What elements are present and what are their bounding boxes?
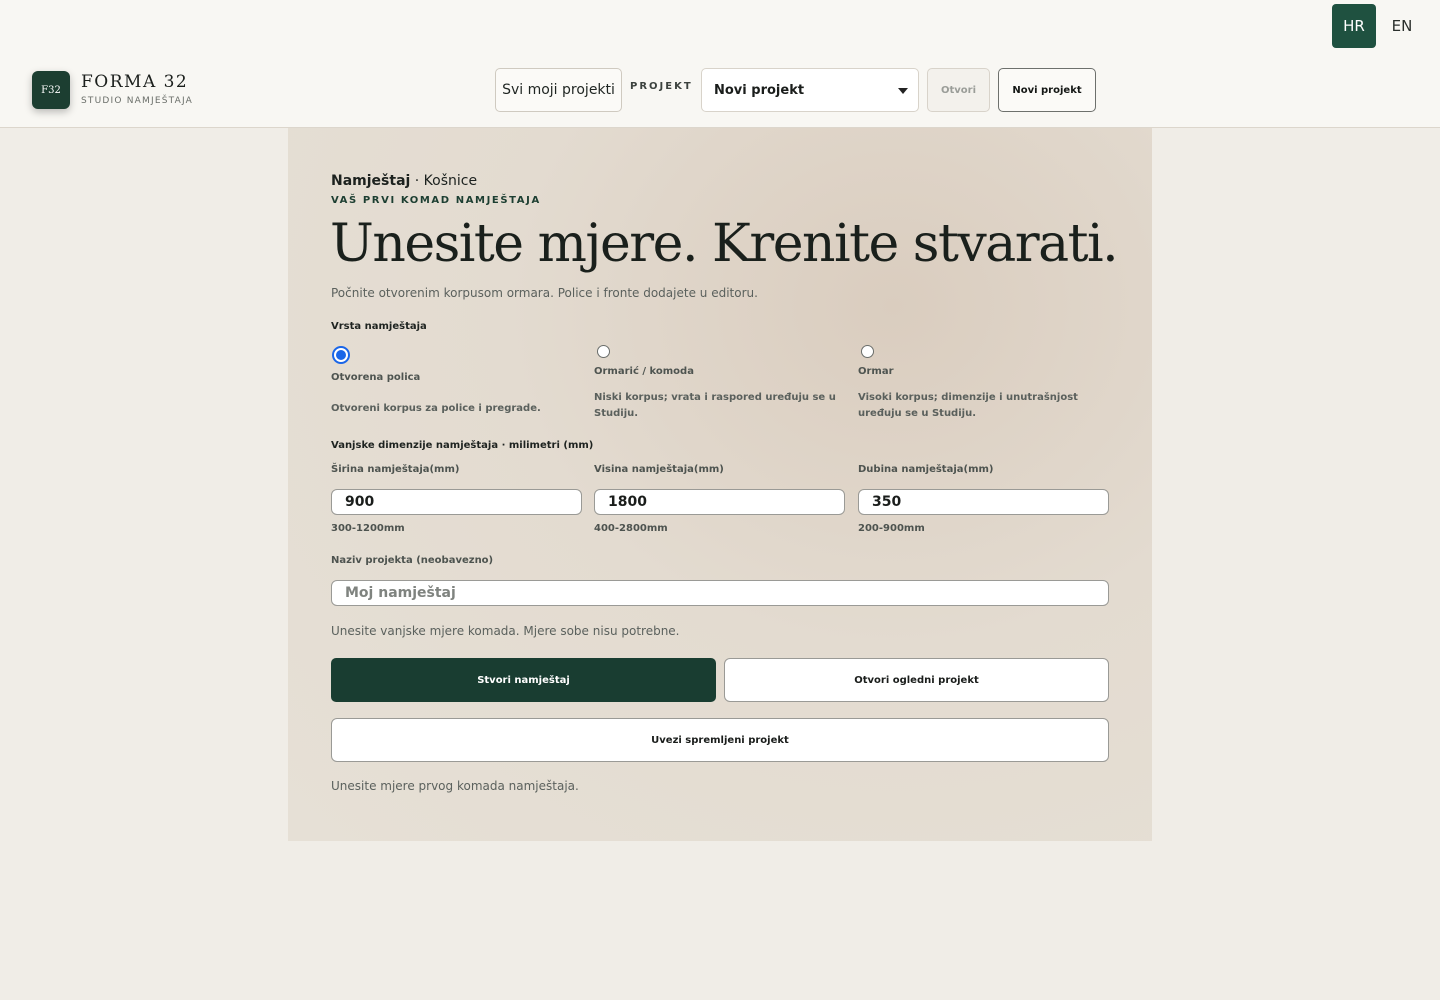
brand-name: FORMA 32 (81, 72, 189, 92)
type-desc-wardrobe: Visoki korpus; dimenzije i unutrašnjost … (858, 392, 1078, 419)
width-range: 300-1200mm (331, 523, 405, 534)
breadcrumb-current: · Košnice (410, 173, 478, 189)
furniture-type-label: Vrsta namještaja (331, 321, 427, 332)
logo-icon[interactable]: F32 (32, 71, 70, 109)
type-radio-wardrobe[interactable] (861, 345, 874, 358)
create-furniture-button[interactable]: Stvori namještaj (331, 658, 716, 702)
type-title-open-shelf[interactable]: Otvorena polica (331, 372, 420, 383)
language-hr-button[interactable]: HR (1332, 4, 1376, 48)
breadcrumb-category[interactable]: Namještaj (331, 173, 410, 189)
type-desc-cabinet: Niski korpus; vrata i raspored uređuju s… (594, 392, 836, 419)
dimensions-section-label: Vanjske dimenzije namještaja · milimetri… (331, 440, 594, 451)
width-input[interactable]: 900 (331, 489, 582, 515)
project-name-input[interactable]: Moj namještaj (331, 580, 1109, 606)
language-en-button[interactable]: EN (1380, 4, 1424, 48)
open-project-button[interactable]: Otvori (927, 68, 990, 112)
type-radio-cabinet[interactable] (597, 345, 610, 358)
breadcrumb: Namještaj · Košnice (331, 173, 477, 189)
page-title: Unesite mjere. Krenite stvarati. (330, 214, 1119, 274)
height-label: Visina namještaja(mm) (594, 464, 724, 475)
project-name-label: Naziv projekta (neobavezno) (331, 555, 494, 566)
new-project-button[interactable]: Novi projekt (998, 68, 1096, 112)
depth-range: 200-900mm (858, 523, 925, 534)
dimensions-hint: Unesite vanjske mjere komada. Mjere sobe… (331, 624, 680, 638)
type-radio-open-shelf[interactable] (332, 346, 350, 364)
type-desc-open-shelf: Otvoreni korpus za police i pregrade. (331, 403, 541, 414)
setup-card: Namještaj · Košnice VAŠ PRVI KOMAD NAMJE… (288, 128, 1152, 841)
project-select[interactable]: Novi projekt (701, 68, 919, 112)
import-saved-project-button[interactable]: Uvezi spremljeni projekt (331, 718, 1109, 762)
lead-text: Počnite otvorenim korpusom ormara. Polic… (331, 286, 758, 300)
depth-input[interactable]: 350 (858, 489, 1109, 515)
chevron-down-icon (898, 88, 908, 94)
open-sample-project-button[interactable]: Otvori ogledni projekt (724, 658, 1109, 702)
language-bar: HR EN (0, 0, 1440, 52)
project-label: PROJEKT (630, 81, 693, 92)
type-title-cabinet[interactable]: Ormarić / komoda (594, 366, 694, 377)
type-title-wardrobe[interactable]: Ormar (858, 366, 894, 377)
app-header: F32 FORMA 32 STUDIO NAMJEŠTAJA Svi moji … (0, 52, 1440, 128)
status-text: Unesite mjere prvog komada namještaja. (331, 779, 579, 793)
height-input[interactable]: 1800 (594, 489, 845, 515)
width-label: Širina namještaja(mm) (331, 464, 460, 475)
depth-label: Dubina namještaja(mm) (858, 464, 994, 475)
height-range: 400-2800mm (594, 523, 668, 534)
all-projects-button[interactable]: Svi moji projekti (495, 68, 622, 112)
brand-subtitle: STUDIO NAMJEŠTAJA (81, 96, 194, 106)
eyebrow-text: VAŠ PRVI KOMAD NAMJEŠTAJA (331, 195, 541, 206)
project-select-value: Novi projekt (714, 82, 805, 98)
